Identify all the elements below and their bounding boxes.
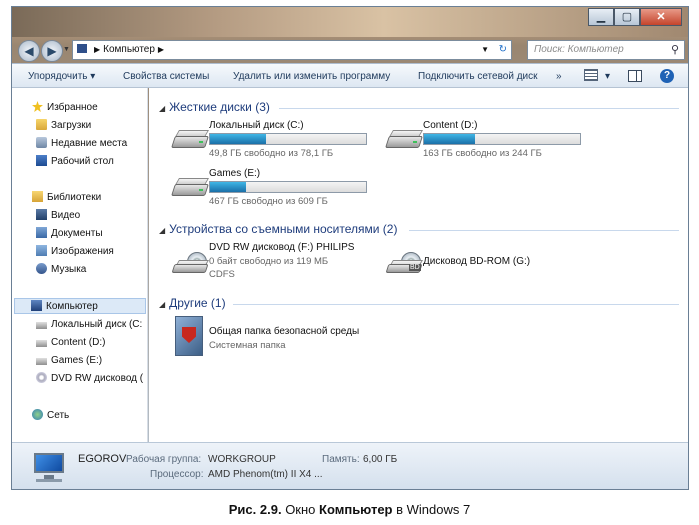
drive-f[interactable]: DVD RW дисковод (F:) PHILIPS 0 байт своб…: [163, 242, 378, 284]
nav-local-disk-c[interactable]: Локальный диск (C:: [36, 317, 142, 333]
view-options-dropdown[interactable]: ▾: [605, 71, 610, 82]
caption-prefix: Рис. 2.9.: [228, 502, 282, 517]
bd-rom-drive-icon: BD: [385, 252, 424, 273]
video-icon: [36, 209, 47, 220]
group-header-removable[interactable]: ◢ Устройства со съемными носителями (2): [159, 222, 679, 236]
figure-caption: Рис. 2.9. Окно Компьютер в Windows 7: [0, 502, 699, 517]
collapse-arrow-icon[interactable]: ◢: [159, 300, 165, 309]
nav-pictures[interactable]: Изображения: [36, 244, 114, 260]
nav-favorites[interactable]: Избранное: [32, 100, 98, 116]
title-bar[interactable]: ▁ ▢ ✕: [12, 7, 688, 37]
nav-dvd-f[interactable]: DVD RW дисковод (: [36, 371, 143, 387]
music-icon: [36, 263, 47, 274]
help-icon[interactable]: ?: [660, 69, 674, 83]
nav-video[interactable]: Видео: [36, 208, 80, 224]
group-header-hard-drives[interactable]: ◢ Жесткие диски (3): [159, 100, 679, 114]
content-pane: ◢ Жесткие диски (3) Локальный диск (C:) 4…: [149, 88, 688, 442]
organize-button[interactable]: Упорядочить ▾: [28, 71, 95, 82]
forward-arrow-icon: ▶: [47, 44, 57, 58]
workgroup-label: Рабочая группа:: [126, 454, 202, 465]
workgroup-value: WORKGROUP: [208, 454, 276, 465]
hard-drive-icon: [36, 358, 47, 365]
navigation-pane: Избранное Загрузки Недавние места Рабочи…: [12, 88, 148, 442]
collapse-arrow-icon[interactable]: ◢: [159, 104, 165, 113]
security-folder-icon: [175, 316, 203, 356]
nav-libraries[interactable]: Библиотеки: [32, 190, 101, 206]
processor-label: Процессор:: [150, 469, 204, 480]
dvd-drive-icon: [36, 372, 47, 383]
command-bar: Упорядочить ▾ Свойства системы Удалить и…: [12, 63, 688, 88]
nav-games-e[interactable]: Games (E:): [36, 353, 102, 369]
details-pane: EGOROV Рабочая группа: WORKGROUP Память:…: [12, 442, 688, 489]
close-button[interactable]: ✕: [640, 8, 682, 26]
windows-drive-icon: [171, 130, 210, 150]
windows-drive-icon: [36, 322, 47, 329]
memory-value: 6,00 ГБ: [363, 454, 398, 465]
drive-e[interactable]: Games (E:) 467 ГБ свободно из 609 ГБ: [163, 168, 378, 210]
caption-bold: Компьютер: [319, 502, 393, 517]
documents-icon: [36, 227, 47, 238]
network-icon: [32, 409, 43, 420]
search-placeholder: Поиск: Компьютер: [534, 44, 624, 55]
computer-icon: [30, 451, 68, 483]
nav-content-d[interactable]: Content (D:): [36, 335, 105, 351]
uninstall-program-button[interactable]: Удалить или изменить программу: [233, 71, 390, 82]
downloads-folder-icon: [36, 119, 47, 130]
back-button[interactable]: ◀: [18, 40, 40, 62]
memory-label: Память:: [322, 454, 360, 465]
search-input[interactable]: Поиск: Компьютер ⚲: [527, 40, 685, 60]
view-options-icon[interactable]: [584, 69, 598, 81]
group-header-other[interactable]: ◢ Другие (1): [159, 296, 679, 310]
collapse-arrow-icon[interactable]: ◢: [159, 226, 165, 235]
computer-icon: [31, 300, 42, 311]
explorer-window: ▁ ▢ ✕ ◀ ▶ ▼ ▶ Компьютер ▶ ▼ ↻ Поиск: Компь…: [11, 6, 689, 490]
drive-c-usage-bar: [209, 133, 367, 145]
caption-middle: Окно: [281, 502, 320, 517]
pictures-icon: [36, 245, 47, 256]
computer-name: EGOROV: [78, 453, 127, 465]
dvd-drive-icon: [171, 252, 210, 273]
more-commands-button[interactable]: »: [556, 71, 562, 82]
drive-e-usage-bar: [209, 181, 367, 193]
nav-recent-places[interactable]: Недавние места: [36, 136, 127, 152]
drive-d-usage-bar: [423, 133, 581, 145]
desktop-icon: [36, 155, 47, 166]
recent-pages-dropdown[interactable]: ▼: [63, 46, 70, 53]
nav-desktop[interactable]: Рабочий стол: [36, 154, 114, 170]
chevron-right-icon: ▶: [94, 45, 101, 54]
nav-computer[interactable]: Компьютер: [14, 298, 146, 314]
maximize-button[interactable]: ▢: [614, 8, 640, 26]
chevron-right-icon[interactable]: ▶: [158, 45, 164, 54]
address-field[interactable]: ▶ Компьютер ▶ ▼ ↻: [72, 40, 512, 60]
hard-drive-icon: [385, 130, 424, 150]
caption-suffix: в Windows 7: [392, 502, 471, 517]
processor-value: AMD Phenom(tm) II X4 ...: [208, 469, 323, 480]
drive-c[interactable]: Локальный диск (C:) 49,8 ГБ свободно из …: [163, 120, 378, 162]
recent-places-icon: [36, 137, 47, 148]
breadcrumb-computer[interactable]: Компьютер: [103, 44, 155, 55]
nav-music[interactable]: Музыка: [36, 262, 86, 278]
drive-d[interactable]: Content (D:) 163 ГБ свободно из 244 ГБ: [377, 120, 592, 162]
nav-documents[interactable]: Документы: [36, 226, 103, 242]
search-icon[interactable]: ⚲: [671, 41, 679, 59]
forward-button[interactable]: ▶: [41, 40, 63, 62]
libraries-icon: [32, 191, 43, 202]
nav-network[interactable]: Сеть: [32, 408, 69, 424]
hard-drive-icon: [36, 340, 47, 347]
shared-secure-folder[interactable]: Общая папка безопасной среды Системная п…: [163, 316, 423, 358]
hard-drive-icon: [171, 178, 210, 198]
back-arrow-icon: ◀: [24, 44, 34, 58]
minimize-button[interactable]: ▁: [588, 8, 614, 26]
refresh-icon[interactable]: ↻: [499, 41, 507, 59]
address-dropdown-icon[interactable]: ▼: [481, 41, 489, 59]
nav-downloads[interactable]: Загрузки: [36, 118, 91, 134]
computer-icon: [77, 44, 87, 53]
address-bar: ◀ ▶ ▼ ▶ Компьютер ▶ ▼ ↻ Поиск: Компьютер ⚲: [12, 37, 688, 63]
star-icon: [32, 101, 43, 112]
preview-pane-icon[interactable]: [628, 70, 642, 82]
map-network-drive-button[interactable]: Подключить сетевой диск: [418, 71, 538, 82]
window-controls: ▁ ▢ ✕: [588, 8, 682, 26]
drive-g[interactable]: BD Дисковод BD-ROM (G:): [377, 242, 592, 284]
system-properties-button[interactable]: Свойства системы: [123, 71, 209, 82]
